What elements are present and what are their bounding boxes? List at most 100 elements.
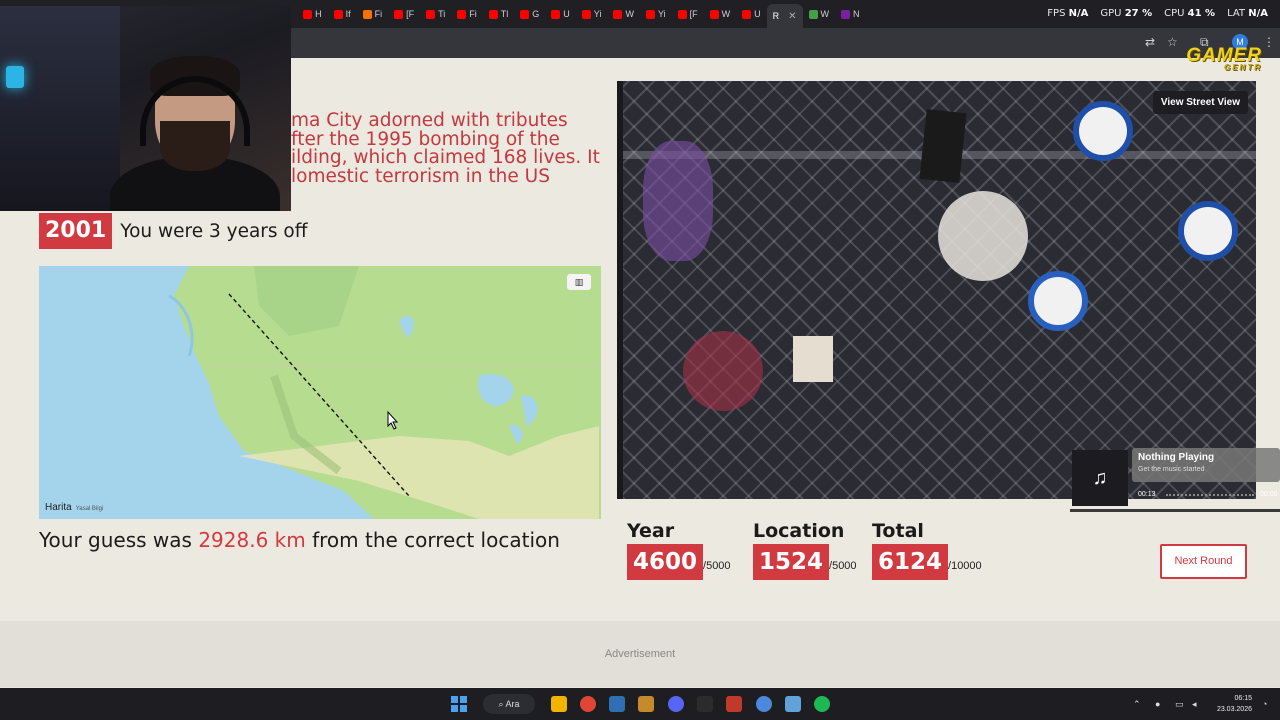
- location-description: ma City adorned with tributes fter the 1…: [291, 110, 601, 187]
- year-score-value: 4600: [627, 544, 704, 580]
- tab-favicon-icon: [333, 9, 343, 19]
- tab-favicon-icon: [645, 9, 655, 19]
- volume-icon[interactable]: ◂: [1192, 699, 1197, 710]
- location-score-max: /5000: [829, 560, 857, 572]
- close-tab-icon[interactable]: ✕: [788, 11, 796, 22]
- tab-label: If: [345, 9, 351, 19]
- description-line: lomestic terrorism in the US: [291, 165, 550, 187]
- browser-tab[interactable]: [F: [388, 4, 420, 24]
- location-score-label: Location: [753, 520, 845, 542]
- more-menu-icon[interactable]: ⋮: [1263, 35, 1275, 49]
- bookmark-star-icon[interactable]: ☆: [1167, 35, 1178, 49]
- browser-tab[interactable]: If: [328, 4, 357, 24]
- browser-tab[interactable]: Ti: [420, 4, 451, 24]
- browser-tab[interactable]: N: [835, 4, 866, 24]
- discord-icon[interactable]: [668, 696, 684, 712]
- tab-favicon-icon: [303, 9, 313, 19]
- advertisement-label: Advertisement: [604, 648, 676, 660]
- tab-label: N: [853, 9, 860, 19]
- chrome-active-icon[interactable]: [756, 696, 772, 712]
- tab-favicon-icon: [457, 9, 467, 19]
- tab-label: R: [772, 11, 780, 21]
- tab-label: [F: [689, 9, 698, 19]
- browser-tab[interactable]: W: [607, 4, 640, 24]
- map-icon[interactable]: ▥: [567, 274, 591, 290]
- browser-tab[interactable]: [F: [672, 4, 704, 24]
- tab-favicon-icon: [581, 9, 591, 19]
- tab-label: G: [532, 9, 540, 19]
- tab-label: U: [754, 9, 761, 19]
- browser-tab[interactable]: Fi: [451, 4, 483, 24]
- network-icon[interactable]: ▭: [1175, 699, 1184, 710]
- description-line: ma City adorned with tributes: [291, 110, 568, 131]
- year-score-label: Year: [627, 520, 675, 542]
- tab-favicon-icon: [742, 9, 752, 19]
- active-browser-tab[interactable]: R ✕: [766, 4, 803, 28]
- tab-label: U: [563, 9, 570, 19]
- browser-tab[interactable]: W: [704, 4, 737, 24]
- tab-favicon-icon: [488, 9, 498, 19]
- gpu-stat: GPU 27 %: [1100, 8, 1153, 19]
- tab-label: [F: [406, 9, 415, 19]
- browser-tab[interactable]: Yi: [576, 4, 608, 24]
- music-widget: ♫ Nothing Playing Get the music started …: [1070, 448, 1280, 512]
- result-map[interactable]: ▥ Harita Yasal Bilgi: [39, 266, 601, 519]
- guess-distance: 2928.6 km: [198, 528, 306, 552]
- view-street-view-button[interactable]: View Street View: [1152, 91, 1248, 114]
- epic-games-icon[interactable]: [697, 696, 713, 712]
- tab-label: Fi: [374, 9, 383, 19]
- tab-favicon-icon: [362, 9, 372, 19]
- year-score: Year 4600/5000: [627, 520, 731, 580]
- tab-favicon-icon: [551, 9, 561, 19]
- tab-label: Tl: [500, 9, 509, 19]
- translate-icon[interactable]: ⇄: [1145, 35, 1155, 49]
- next-round-button[interactable]: Next Round: [1160, 544, 1247, 579]
- fps-stat: FPS N/A: [1047, 8, 1089, 19]
- music-subtitle: Get the music started: [1138, 466, 1205, 473]
- tray-chevron-icon[interactable]: ⌃: [1133, 699, 1141, 710]
- streamer-logo: GAMER GENTR: [1186, 45, 1262, 72]
- total-score-max: /10000: [948, 560, 982, 572]
- microphone-icon[interactable]: ●: [1155, 699, 1160, 709]
- music-note-icon: ♫: [1072, 450, 1128, 506]
- tab-favicon-icon: [808, 9, 818, 19]
- tab-label: W: [721, 9, 731, 19]
- browser-tab[interactable]: W: [803, 4, 836, 24]
- tab-label: H: [315, 9, 322, 19]
- browser-tab[interactable]: U: [736, 4, 767, 24]
- map-brand-label: Harita: [45, 502, 72, 513]
- tab-favicon-icon: [394, 9, 404, 19]
- tab-favicon-icon: [677, 9, 687, 19]
- windows-start-icon[interactable]: [451, 696, 467, 712]
- total-score: Total 6124/10000: [872, 520, 982, 580]
- map-legal-link[interactable]: Yasal Bilgi: [76, 506, 104, 512]
- utility-app-icon[interactable]: [785, 696, 801, 712]
- spotify-icon[interactable]: [814, 696, 830, 712]
- browser-tab[interactable]: Yi: [640, 4, 672, 24]
- game-app-icon[interactable]: [638, 696, 654, 712]
- tab-favicon-icon: [426, 9, 436, 19]
- tab-label: Fi: [469, 9, 477, 19]
- total-score-value: 6124: [872, 544, 949, 580]
- streaming-app-icon[interactable]: [726, 696, 742, 712]
- browser-tab[interactable]: U: [545, 4, 576, 24]
- taskbar-clock[interactable]: 06:15 23.03.2026: [1217, 693, 1252, 715]
- notification-icon[interactable]: ◔: [1262, 699, 1267, 709]
- steam-icon[interactable]: [609, 696, 625, 712]
- browser-tab[interactable]: Fi: [357, 4, 389, 24]
- os-taskbar: ⌕ Ara ⌃ ● ▭ ◂ 06:15 23.03.2026 ◔: [0, 688, 1280, 720]
- location-photo: View Street View: [617, 81, 1256, 499]
- taskbar-search[interactable]: ⌕ Ara: [483, 694, 535, 714]
- location-score: Location 1524/5000: [753, 520, 857, 580]
- music-progress[interactable]: [1166, 494, 1254, 496]
- tab-favicon-icon: [841, 9, 851, 19]
- tab-label: W: [625, 9, 634, 19]
- file-explorer-icon[interactable]: [551, 696, 567, 712]
- tab-favicon-icon: [613, 9, 623, 19]
- tab-favicon-icon: [709, 9, 719, 19]
- browser-tab[interactable]: G: [514, 4, 545, 24]
- total-score-label: Total: [872, 520, 924, 542]
- chrome-icon[interactable]: [580, 696, 596, 712]
- browser-tab[interactable]: H: [297, 4, 328, 24]
- browser-tab[interactable]: Tl: [483, 4, 515, 24]
